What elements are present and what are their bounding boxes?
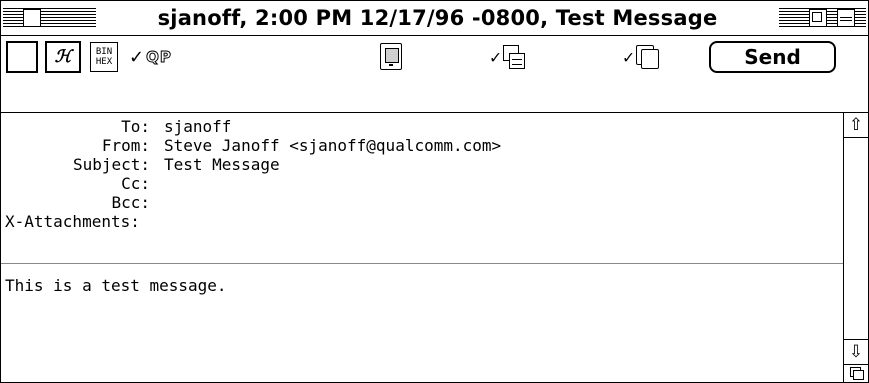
header-row-from[interactable]: From: Steve Janoff <sjanoff@qualcomm.com… — [1, 136, 843, 155]
header-value-to[interactable]: sjanoff — [164, 117, 231, 136]
scroll-up-glyph: ⇧ — [848, 115, 864, 135]
header-value-from[interactable]: Steve Janoff <sjanoff@qualcomm.com> — [164, 136, 501, 155]
keep-copy-icon — [502, 45, 525, 69]
priority-box[interactable] — [6, 41, 38, 73]
collapse-box[interactable] — [837, 9, 855, 27]
return-receipt-icon — [635, 45, 660, 69]
signature-icon[interactable]: ℋ — [45, 41, 81, 73]
word-wrap-icon-screen — [385, 48, 399, 63]
vertical-scrollbar[interactable]: ⇧ ⇩ — [843, 113, 868, 382]
close-box[interactable] — [23, 9, 41, 27]
grow-box-icon[interactable] — [844, 364, 868, 382]
word-wrap-icon-base — [389, 64, 393, 66]
header-body-divider — [1, 263, 843, 264]
binhex-label-hex: HEX — [95, 57, 113, 67]
quoted-printable-toggle[interactable]: ✓ QP — [129, 44, 172, 70]
header-label-x-attachments: X-Attachments: — [5, 212, 140, 231]
check-icon: ✓ — [490, 46, 501, 68]
header-row-cc[interactable]: Cc: — [1, 174, 843, 193]
header-label-subject: Subject: — [72, 155, 150, 174]
check-icon: ✓ — [623, 46, 634, 68]
binhex-icon[interactable]: BIN HEX — [90, 42, 118, 72]
message-window: sjanoff, 2:00 PM 12/17/96 -0800, Test Me… — [0, 0, 869, 383]
qp-label: QP — [146, 48, 172, 67]
header-label-cc: Cc: — [121, 174, 150, 193]
window-title: sjanoff, 2:00 PM 12/17/96 -0800, Test Me… — [96, 1, 779, 35]
header-row-to[interactable]: To: sjanoff — [1, 117, 843, 136]
scroll-down-glyph: ⇩ — [848, 342, 864, 362]
header-label-from: From: — [101, 136, 150, 155]
zoom-box[interactable] — [809, 9, 827, 27]
signature-glyph: ℋ — [54, 46, 72, 67]
message-body[interactable]: This is a test message. — [5, 276, 227, 295]
message-headers: To: sjanoff From: Steve Janoff <sjanoff@… — [1, 117, 843, 231]
header-row-subject[interactable]: Subject: Test Message — [1, 155, 843, 174]
check-icon: ✓ — [129, 46, 145, 68]
word-wrap-icon[interactable] — [380, 43, 402, 70]
binhex-label-bin: BIN — [95, 47, 113, 57]
message-content[interactable]: To: sjanoff From: Steve Janoff <sjanoff@… — [1, 113, 843, 382]
toolbar: ℋ BIN HEX ✓ QP ✓ ✓ Send — [1, 36, 868, 113]
return-receipt-toggle[interactable]: ✓ — [623, 43, 660, 71]
scroll-up-arrow-icon[interactable]: ⇧ — [844, 113, 868, 138]
send-button[interactable]: Send — [709, 41, 836, 73]
scroll-down-arrow-icon[interactable]: ⇩ — [844, 339, 868, 365]
header-label-bcc: Bcc: — [111, 193, 150, 212]
header-row-bcc[interactable]: Bcc: — [1, 193, 843, 212]
title-bar[interactable]: sjanoff, 2:00 PM 12/17/96 -0800, Test Me… — [1, 1, 868, 36]
header-label-to: To: — [121, 117, 150, 136]
title-bar-stripes-left — [3, 8, 96, 28]
header-row-x-attachments[interactable]: X-Attachments: — [1, 212, 843, 231]
header-value-subject[interactable]: Test Message — [164, 155, 280, 174]
keep-copy-toggle[interactable]: ✓ — [490, 43, 525, 71]
